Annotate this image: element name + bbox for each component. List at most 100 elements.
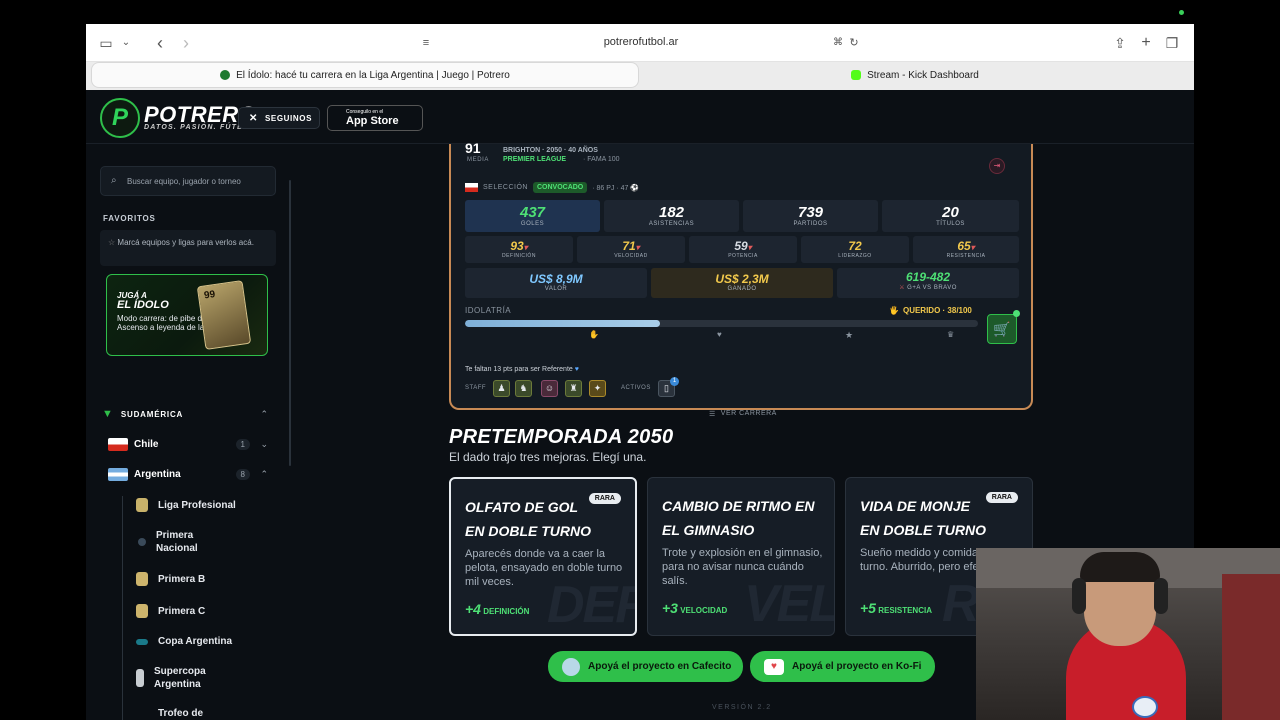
league-liga-profesional[interactable]: Liga Profesional xyxy=(136,498,276,512)
idolatry-emoji-icon: 🖐 xyxy=(889,306,899,315)
rarity-badge: RARA xyxy=(985,492,1018,503)
player-card: 91 MEDIA BRIGHTON · 2050 · 40 AÑOS PREMI… xyxy=(449,140,1033,418)
stat-label: PARTIDOS xyxy=(793,221,828,227)
forward-icon[interactable]: › xyxy=(178,34,194,52)
staff-trainer-icon[interactable]: ♜ xyxy=(565,380,582,397)
sidebar-toggle-icon[interactable]: ▭ xyxy=(98,35,114,51)
kofi-button[interactable]: ♥ Apoyá el proyecto en Ko-Fi xyxy=(750,651,935,682)
shop-cart-button[interactable]: 🛒 xyxy=(987,314,1017,344)
share-icon[interactable]: ⇪ xyxy=(1112,35,1128,51)
idolatry-status-row: 🖐 QUERIDO · 38/100 xyxy=(889,306,972,315)
option-description: Aparecés donde va a caer la pelota, ensa… xyxy=(465,548,623,588)
translate-icon[interactable]: ⌘ xyxy=(830,35,846,51)
back-icon[interactable]: ‹ xyxy=(152,34,168,52)
league-label: Supercopa Argentina xyxy=(154,666,206,690)
staff-sponsor-icon[interactable]: ✦ xyxy=(589,380,606,397)
chevron-down-icon[interactable]: ⌄ xyxy=(118,35,134,51)
list-icon: ☰ xyxy=(709,411,716,418)
upgrade-option-2[interactable]: VEL CAMBIO DE RITMO EN EL GIMNASIO Trote… xyxy=(647,477,835,636)
stat-goles: 437 GOLES xyxy=(465,200,600,232)
chile-flag-icon xyxy=(465,183,478,192)
cafecito-button[interactable]: Apoyá el proyecto en Cafecito xyxy=(548,651,743,682)
national-status-badge: CONVOCADO xyxy=(532,182,588,193)
follow-label: SEGUINOS xyxy=(264,113,313,123)
league-trofeo-de-campeones[interactable]: Trofeo de Campeones xyxy=(136,707,276,720)
upgrade-option-1[interactable]: DEF OLFATO DE GOL EN DOBLE TURNO RARA Ap… xyxy=(449,477,637,636)
milestone-heart-icon: ♥ xyxy=(717,330,722,339)
gain-attribute: RESISTENCIA xyxy=(878,606,932,615)
country-chile[interactable]: Chile 1 ⌄ xyxy=(100,432,276,456)
el-idolo-promo[interactable]: JUGÁ A EL ÍDOLO Modo carrera: de pibe de… xyxy=(106,274,268,356)
league-label: Trofeo de Campeones xyxy=(158,708,204,719)
webcam-person-hair xyxy=(1080,552,1160,582)
tab-title: El Ídolo: hacé tu carrera en la Liga Arg… xyxy=(236,69,510,81)
heart-blue-icon: ♥ xyxy=(574,366,579,373)
league-crest-icon xyxy=(136,713,148,720)
tab-potrero[interactable]: El Ídolo: hacé tu carrera en la Liga Arg… xyxy=(92,63,638,87)
headphones-icon xyxy=(1154,578,1168,614)
reload-icon[interactable]: ↻ xyxy=(846,35,862,51)
tree-line xyxy=(122,496,123,720)
assets-label: ACTIVOS xyxy=(621,385,651,391)
stat-label: ASISTENCIAS xyxy=(648,221,695,227)
league-primera-c[interactable]: Primera C xyxy=(136,604,276,618)
notification-dot xyxy=(1013,310,1020,317)
league-crest-icon xyxy=(136,638,148,645)
country-label: Argentina xyxy=(134,468,181,480)
attr-resistencia: 65▾ RESISTENCIA xyxy=(913,236,1019,263)
attr-value: 59 xyxy=(734,239,748,253)
finance-label: G+A VS BRAVO xyxy=(907,285,957,291)
tab-overview-icon[interactable]: ❐ xyxy=(1164,35,1180,51)
country-label: Chile xyxy=(134,438,159,450)
reader-icon[interactable]: ≡ xyxy=(418,35,434,51)
country-count: 8 xyxy=(235,468,250,480)
stat-value: 437 xyxy=(519,204,546,221)
staff-coach-icon[interactable]: ♟ xyxy=(493,380,510,397)
region-sudamerica[interactable]: ▼ SUDAMÉRICA ⌃ xyxy=(100,402,276,426)
attr-definicion: 93▾ DEFINICIÓN xyxy=(465,236,573,263)
staff-psychologist-icon[interactable]: ☺ xyxy=(541,380,558,397)
sidebar-scrollbar[interactable] xyxy=(289,180,291,466)
site-header: P POTRERO DATOS. PASIÓN. FÚTBOL. ✕ SEGUI… xyxy=(86,90,1194,144)
view-career-link[interactable]: ☰ VER CARRERA xyxy=(709,410,777,418)
logout-icon[interactable]: ⇥ xyxy=(989,158,1005,174)
address-bar[interactable]: potrerofutbol.ar xyxy=(506,36,776,48)
option-title: VIDA DE MONJE EN DOBLE TURNO xyxy=(860,498,986,538)
attr-value: 72 xyxy=(848,239,862,253)
league-crest-icon xyxy=(136,572,148,586)
league-crest-icon xyxy=(136,604,148,618)
staff-agent-icon[interactable]: ♞ xyxy=(515,380,532,397)
league-primera-nacional[interactable]: Primera Nacional xyxy=(136,529,276,555)
option-gain: +3 VELOCIDAD xyxy=(662,600,727,616)
league-supercopa-argentina[interactable]: Supercopa Argentina xyxy=(136,665,276,691)
logo-icon[interactable]: P xyxy=(100,98,140,138)
idolatry-label: IDOLATRÍA xyxy=(465,306,512,315)
league-primera-b[interactable]: Primera B xyxy=(136,572,276,586)
favorites-hint: Marcá equipos y ligas para verlos acá. xyxy=(117,238,254,247)
finance-valor: US$ 8,9M VALOR xyxy=(465,268,647,298)
webcam-overlay xyxy=(976,548,1280,720)
attr-label: POTENCIA xyxy=(728,253,758,259)
player-bio: BRIGHTON · 2050 · 40 AÑOS xyxy=(503,147,598,154)
finance-value: US$ 8,9M xyxy=(529,272,583,286)
finance-value: US$ 2,3M xyxy=(715,272,769,286)
tab-bar: El Ídolo: hacé tu carrera en la Liga Arg… xyxy=(86,62,1194,90)
gain-attribute: DEFINICIÓN xyxy=(483,607,530,616)
camera-indicator-icon xyxy=(1179,10,1184,15)
preseason-subtitle: El dado trajo tres mejoras. Elegí una. xyxy=(449,450,647,464)
national-label: SELECCIÓN xyxy=(483,184,528,191)
league-copa-argentina[interactable]: Copa Argentina xyxy=(136,635,276,648)
trend-down-icon: ▾ xyxy=(523,243,528,252)
favorites-empty: ☆ Marcá equipos y ligas para verlos acá. xyxy=(100,230,276,266)
tab-kick[interactable]: Stream - Kick Dashboard xyxy=(642,63,1188,87)
app-store-button[interactable]: Conseguilo en el App Store xyxy=(327,105,423,131)
search-input[interactable]: ⌕ Buscar equipo, jugador o torneo xyxy=(100,166,276,196)
gain-value: +4 xyxy=(465,601,481,617)
follow-button[interactable]: ✕ SEGUINOS xyxy=(238,107,320,129)
country-argentina[interactable]: Argentina 8 ⌃ xyxy=(100,462,276,486)
new-tab-icon[interactable]: + xyxy=(1138,35,1154,51)
headphones-icon xyxy=(1072,578,1086,614)
option-title: OLFATO DE GOL EN DOBLE TURNO xyxy=(465,499,591,539)
kofi-cup-icon: ♥ xyxy=(764,658,784,675)
argentina-flag-icon xyxy=(108,467,128,481)
